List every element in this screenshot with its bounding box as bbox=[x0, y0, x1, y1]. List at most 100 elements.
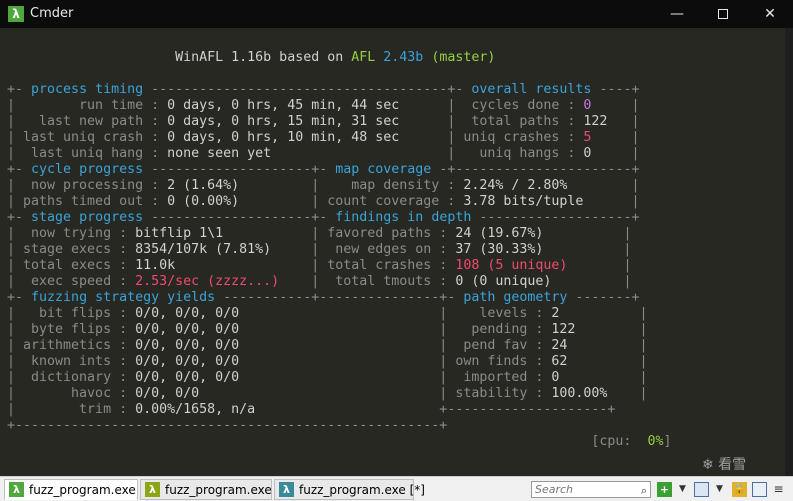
terminal-text: | known ints : bbox=[7, 354, 136, 369]
terminal-text: 0/0, 0/0 bbox=[135, 386, 200, 401]
panel-toggle-icon[interactable] bbox=[752, 482, 767, 497]
terminal-text: 2.43b bbox=[383, 50, 432, 65]
terminal-text: | bbox=[567, 178, 640, 193]
terminal-text: | cycles done : bbox=[399, 98, 584, 113]
console-tab-3[interactable]: λ fuzz_program.exe [*] bbox=[274, 479, 425, 500]
title-bar: λ Cmder — ✕ bbox=[0, 0, 793, 28]
console-tab-1[interactable]: λ fuzz_program.exe bbox=[4, 479, 138, 500]
terminal-text: | paths timed out : bbox=[7, 194, 168, 209]
lock-icon[interactable]: 🔒 bbox=[732, 482, 747, 497]
lambda-icon: λ bbox=[145, 482, 160, 497]
terminal-text: | levels : bbox=[239, 306, 552, 321]
terminal-text: +--------------------+ bbox=[255, 402, 616, 417]
terminal-text: 0% bbox=[647, 434, 664, 449]
terminal-scrollbar[interactable] bbox=[785, 28, 793, 476]
close-button[interactable]: ✕ bbox=[747, 0, 793, 28]
terminal-text: | bbox=[559, 306, 648, 321]
terminal-text: 3.78 bits/tuple bbox=[463, 194, 584, 209]
terminal-text: | bbox=[591, 146, 640, 161]
terminal-text: +- bbox=[7, 210, 32, 225]
terminal-line: +- process timing ----------------------… bbox=[7, 82, 639, 98]
terminal-text: | bbox=[591, 130, 640, 145]
terminal-line: | last uniq crash : 0 days, 0 hrs, 10 mi… bbox=[7, 130, 639, 146]
terminal-line: | byte flips : 0/0, 0/0, 0/0 | pending :… bbox=[7, 322, 647, 338]
tab-label: fuzz_program.exe [*] bbox=[299, 483, 425, 497]
terminal-text: 0.00%/1658, n/a bbox=[135, 402, 256, 417]
terminal-text: (master) bbox=[431, 50, 496, 65]
status-bar: λ fuzz_program.exe λ fuzz_program.exe λ … bbox=[0, 476, 793, 501]
maximize-icon bbox=[718, 9, 728, 19]
terminal-text: | map density : bbox=[239, 178, 464, 193]
terminal-text: | uniq hangs : bbox=[271, 146, 584, 161]
terminal-text: | bbox=[591, 98, 640, 113]
split-dropdown-icon[interactable]: ▼ bbox=[712, 482, 727, 497]
terminal-text: | own finds : bbox=[239, 354, 552, 369]
terminal-text: +- bbox=[7, 290, 32, 305]
tab-label: fuzz_program.exe bbox=[165, 483, 272, 497]
terminal-text: -+----------------------+ bbox=[431, 162, 640, 177]
terminal-text: | total tmouts : bbox=[279, 274, 456, 289]
terminal-text: WinAFL 1.16b based on bbox=[7, 50, 352, 65]
terminal-text: | now processing : bbox=[7, 178, 168, 193]
terminal-text: | trim : bbox=[7, 402, 136, 417]
terminal-text: 62 bbox=[551, 354, 568, 369]
terminal-text: 0/0, 0/0, 0/0 bbox=[135, 370, 240, 385]
terminal-text: | bbox=[543, 242, 632, 257]
terminal-text: path geometry bbox=[463, 290, 568, 305]
split-view-icon[interactable] bbox=[694, 482, 709, 497]
terminal-text: | byte flips : bbox=[7, 322, 136, 337]
terminal-text: 0 (0 unique) bbox=[455, 274, 552, 289]
terminal-text: | bbox=[543, 226, 632, 241]
terminal-text: findings in depth bbox=[335, 210, 472, 225]
terminal-text: | bbox=[559, 370, 648, 385]
terminal-text: 0 (0.00%) bbox=[167, 194, 240, 209]
terminal-line: +- cycle progress --------------------+-… bbox=[7, 162, 639, 178]
terminal-text: --------------------+- bbox=[143, 210, 336, 225]
terminal-text: | havoc : bbox=[7, 386, 136, 401]
terminal-text: 24 bbox=[551, 338, 568, 353]
terminal-text: cycle progress bbox=[31, 162, 144, 177]
watermark-logo: ❄ 看雪 bbox=[702, 457, 747, 473]
terminal-text: | arithmetics : bbox=[7, 338, 136, 353]
terminal-text: fuzzing strategy yields bbox=[31, 290, 216, 305]
terminal-text: -------+ bbox=[567, 290, 640, 305]
terminal-line: | now trying : bitflip 1\1 | favored pat… bbox=[7, 226, 631, 242]
terminal-text: | uniq crashes : bbox=[399, 130, 584, 145]
search-icon: ⌕ bbox=[640, 484, 647, 497]
search-input[interactable]: Search ⌕ bbox=[531, 481, 651, 498]
console-tab-2[interactable]: λ fuzz_program.exe bbox=[140, 479, 272, 500]
terminal-console[interactable]: WinAFL 1.16b based on AFL 2.43b (master)… bbox=[0, 28, 785, 476]
terminal-text: 0/0, 0/0, 0/0 bbox=[135, 322, 240, 337]
new-console-dropdown-icon[interactable]: ▼ bbox=[675, 482, 690, 497]
terminal-line: | dictionary : 0/0, 0/0, 0/0 | imported … bbox=[7, 370, 647, 386]
terminal-text: | bbox=[567, 338, 648, 353]
terminal-text: 0/0, 0/0, 0/0 bbox=[135, 306, 240, 321]
window-title: Cmder bbox=[30, 6, 74, 21]
terminal-text: | bit flips : bbox=[7, 306, 136, 321]
terminal-text: 0 days, 0 hrs, 10 min, 48 sec bbox=[167, 130, 400, 145]
terminal-text: | pend fav : bbox=[239, 338, 552, 353]
terminal-text: | bbox=[551, 274, 632, 289]
terminal-text: | last uniq hang : bbox=[7, 146, 168, 161]
terminal-text: [cpu: bbox=[7, 434, 648, 449]
terminal-line: | exec speed : 2.53/sec (zzzz...) | tota… bbox=[7, 274, 631, 290]
terminal-text: | stability : bbox=[199, 386, 552, 401]
terminal-text: | bbox=[607, 114, 640, 129]
terminal-text: | imported : bbox=[239, 370, 552, 385]
terminal-line: WinAFL 1.16b based on AFL 2.43b (master) bbox=[7, 50, 495, 66]
terminal-text: | last uniq crash : bbox=[7, 130, 168, 145]
terminal-line: | havoc : 0/0, 0/0 | stability : 100.00%… bbox=[7, 386, 647, 402]
terminal-text: --------------------+- bbox=[143, 162, 336, 177]
new-console-button[interactable]: + bbox=[657, 482, 672, 497]
terminal-line: +- stage progress --------------------+-… bbox=[7, 210, 639, 226]
minimize-button[interactable]: — bbox=[654, 0, 700, 28]
terminal-line: | now processing : 2 (1.64%) | map densi… bbox=[7, 178, 639, 194]
terminal-text: | stage execs : bbox=[7, 242, 136, 257]
terminal-text: 108 (5 unique) bbox=[455, 258, 568, 273]
menu-icon[interactable]: ≡ bbox=[771, 482, 786, 497]
maximize-button[interactable] bbox=[700, 0, 746, 28]
terminal-line: +- fuzzing strategy yields -----------+-… bbox=[7, 290, 639, 306]
terminal-text: +- bbox=[7, 162, 32, 177]
terminal-text: 0 days, 0 hrs, 15 min, 31 sec bbox=[167, 114, 400, 129]
terminal-text: overall results bbox=[471, 82, 592, 97]
